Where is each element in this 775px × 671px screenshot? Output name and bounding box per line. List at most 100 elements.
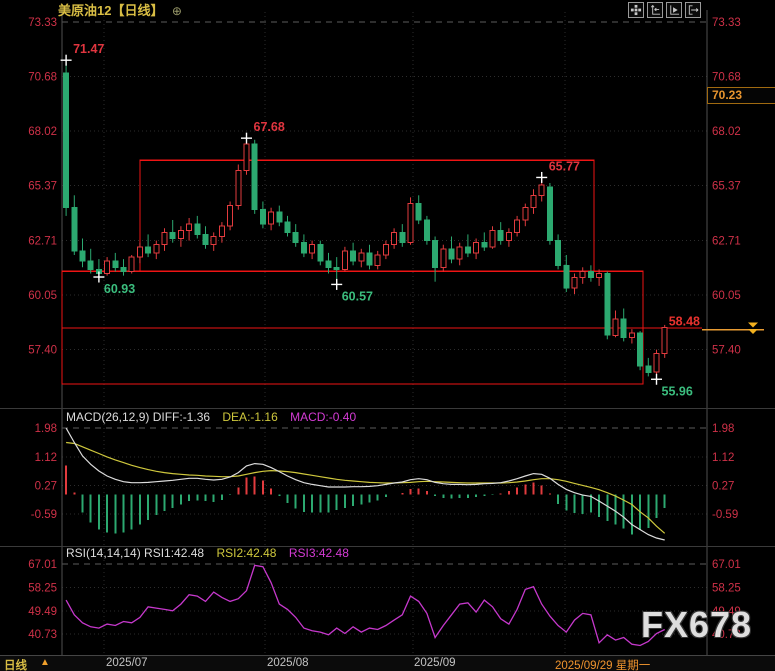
macd-value-label: MACD:-0.40 [290,410,357,424]
candle [87,260,94,270]
scroll-to-latest-icon[interactable] [748,328,758,334]
swing-price-annotation: 55.96 [662,384,693,398]
period-up-arrow-icon[interactable]: ▲ [40,657,50,668]
candle [210,236,217,246]
candle [637,332,644,367]
candle [104,260,111,275]
pan-tool-icon[interactable] [628,2,644,18]
swing-price-annotation: 71.47 [73,42,104,56]
axis-label: 60.05 [712,290,741,302]
candle [194,223,201,235]
axis-label: 62.71 [28,235,57,247]
chart-title: 美原油12【日线】 [58,3,164,18]
candle [177,229,184,240]
last-price-label: 58.48 [669,315,700,329]
candle [251,143,258,211]
axis-label: 68.02 [712,126,741,138]
axis-label: 60.05 [28,290,57,302]
candle [489,229,496,248]
candle [456,246,463,260]
axis-label: -0.59 [31,509,57,521]
axis-price-box: 70.23 [707,87,775,104]
candle [579,271,586,279]
candle [464,246,471,254]
candle [391,231,398,246]
candle [227,205,234,227]
link-icon[interactable]: ⊕ [172,4,182,18]
candle [268,211,275,225]
chart-canvas[interactable]: 58.48 73.33 73.33 70.68 70.68 68.02 68.02 65.37… [0,0,775,671]
candle [325,260,332,268]
axis-label: 1.98 [35,423,57,435]
candle [448,248,455,260]
candle [218,225,225,237]
candle [555,240,562,266]
candle [333,266,340,270]
candle [661,326,668,355]
candle [366,252,373,266]
candle [145,246,152,254]
candle [161,231,168,246]
rsi1-label: RSI(14,14,14) RSI1:42.48 [66,546,205,560]
candle [112,260,119,268]
candle [259,209,266,225]
detach-chart-icon[interactable] [685,2,701,18]
macd-histogram [65,465,666,535]
macd-main-label: MACD(26,12,9) DIFF:-1.36 [66,410,211,424]
axis-label: 58.25 [712,582,741,594]
axis-label: 70.68 [28,71,57,83]
axis-label: 70.68 [712,71,741,83]
auto-scroll-icon[interactable] [666,2,682,18]
candle [522,207,529,221]
axis-label: 40.73 [28,629,57,641]
axis-label: 1.98 [712,423,734,435]
candle [350,250,357,262]
candle [382,244,389,256]
candle [612,318,619,336]
candle [432,240,439,268]
candle [153,244,160,254]
chart-window: 58.48 73.33 73.33 70.68 70.68 68.02 68.02 65.37… [0,0,775,671]
candle [563,264,570,289]
candle [235,170,242,207]
candle [481,242,488,248]
candle [653,353,660,373]
y-axis-scale-icon[interactable] [647,2,663,18]
period-label[interactable]: 日线 [4,657,27,671]
candle [505,231,512,242]
swing-price-annotation: 60.93 [104,282,135,296]
candle [341,250,348,270]
axis-label: 65.37 [712,181,741,193]
candle [202,233,209,246]
candle [571,277,578,289]
candle [309,244,316,254]
candle [546,186,553,242]
chart-header: 美原油12【日线】 ⊕ [58,2,182,20]
swing-price-annotation: 60.57 [342,289,373,303]
axis-label: 65.37 [28,181,57,193]
candle [292,231,299,244]
candle [120,266,127,272]
candlestick-series [63,60,668,380]
axis-label: 57.40 [28,345,57,357]
axis-label: 73.33 [28,17,57,29]
axis-label: 62.71 [712,235,741,247]
scroll-to-latest-icon[interactable] [748,322,758,328]
date-label-sep: 2025/09 [414,657,456,669]
axis-label: 57.40 [712,345,741,357]
candle [587,271,594,279]
swing-price-annotation: 67.68 [254,120,285,134]
candle [374,254,381,266]
axis-label: 58.25 [28,582,57,594]
date-label-aug: 2025/08 [267,657,309,669]
candle [407,203,414,244]
axis-label: 1.12 [35,452,57,464]
axis-label: 73.33 [712,17,741,29]
rsi3-label: RSI3:42.48 [288,546,349,560]
candle [399,231,406,244]
rsi-header: RSI(14,14,14) RSI1:42.48 RSI2:42.48 RSI3… [66,546,349,560]
chart-toolbar [628,2,701,18]
candle [473,242,480,254]
date-label-jul: 2025/07 [106,657,148,669]
candle [71,207,78,252]
